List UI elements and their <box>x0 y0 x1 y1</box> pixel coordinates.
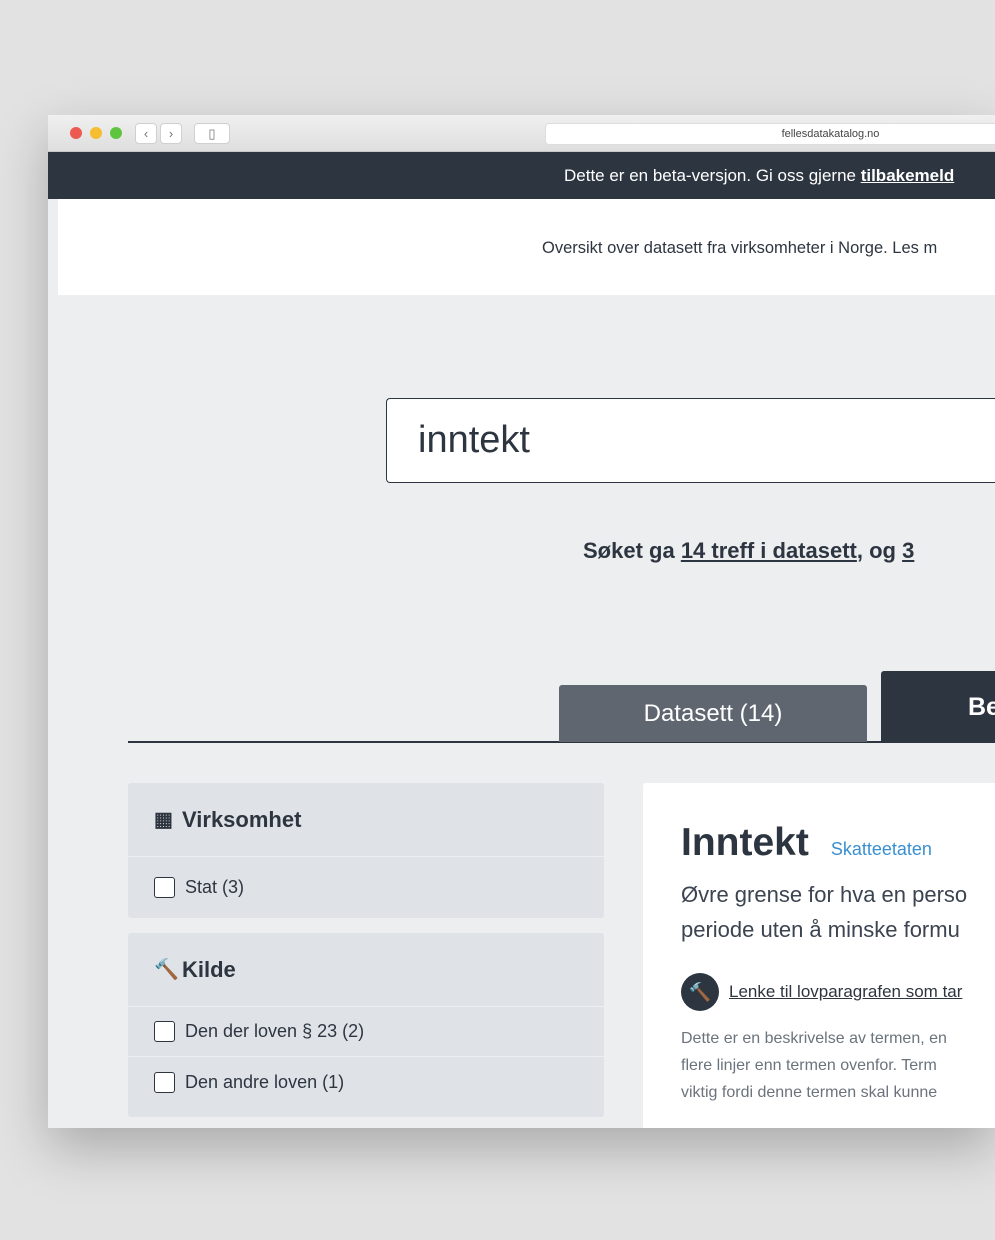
checkbox[interactable] <box>154 877 175 898</box>
description-line: flere linjer enn termen ovenfor. Term <box>681 1057 937 1074</box>
concept-definition: Øvre grense for hva en perso periode uten… <box>681 877 995 947</box>
description-line: viktig fordi denne termen skal kunne <box>681 1084 938 1101</box>
minimize-window-button[interactable] <box>90 127 102 139</box>
feedback-link[interactable]: tilbakemeld <box>861 166 955 185</box>
gavel-icon: 🔨 <box>154 959 179 981</box>
forward-icon[interactable]: › <box>160 123 182 144</box>
address-bar[interactable]: fellesdatakatalog.no <box>545 123 995 145</box>
tab-concepts[interactable]: Be <box>881 671 995 742</box>
search-input[interactable]: inntekt <box>386 398 995 483</box>
concept-hits-link[interactable]: 3 <box>902 538 914 563</box>
publisher-link[interactable]: Skatteetaten <box>831 839 932 859</box>
concept-description: Dette er en beskrivelse av termen, en fle… <box>681 1025 995 1106</box>
filter-header[interactable]: ▦ Virksomhet <box>128 783 604 857</box>
law-link[interactable]: Lenke til lovparagrafen som tar <box>729 982 962 1002</box>
checkbox[interactable] <box>154 1071 175 1093</box>
back-icon[interactable]: ‹ <box>135 123 157 144</box>
definition-line: periode uten å minske formu <box>681 917 960 942</box>
sidebar-icon[interactable]: ▯ <box>194 123 230 144</box>
filter-option[interactable]: Stat (3) <box>128 857 604 918</box>
filter-option[interactable]: Den der loven § 23 (2) <box>128 1007 604 1057</box>
checkbox[interactable] <box>154 1021 175 1042</box>
option-label: Stat (3) <box>185 877 245 897</box>
option-label: Den andre loven (1) <box>185 1071 345 1092</box>
site-intro: Oversikt over datasett fra virksomheter … <box>58 199 995 295</box>
description-line: Dette er en beskrivelse av termen, en <box>681 1030 947 1047</box>
search-summary: Søket ga 14 treff i datasett, og 3 <box>583 537 995 565</box>
concept-card: Inntekt Skatteetaten Øvre grense for hva … <box>643 783 995 1128</box>
filter-title: Kilde <box>182 956 236 982</box>
filter-header[interactable]: 🔨 Kilde <box>128 933 604 1007</box>
gavel-icon: 🔨 <box>681 973 719 1011</box>
tab-datasets[interactable]: Datasett (14) <box>559 685 867 742</box>
close-window-button[interactable] <box>70 127 82 139</box>
option-label: Den der loven § 23 (2) <box>185 1021 365 1041</box>
law-reference: 🔨 Lenke til lovparagrafen som tar <box>681 973 995 1011</box>
summary-prefix: Søket ga <box>583 538 681 563</box>
filter-virksomhet: ▦ Virksomhet Stat (3) <box>128 783 604 918</box>
concept-title: Inntekt <box>681 821 809 864</box>
browser-titlebar: ‹ › ▯ fellesdatakatalog.no <box>48 115 995 152</box>
building-icon: ▦ <box>154 809 173 831</box>
beta-banner: Dette er en beta-versjon. Gi oss gjerne … <box>48 152 995 199</box>
filter-title: Virksomhet <box>182 806 302 832</box>
filter-option[interactable]: Den andre loven (1) <box>128 1057 604 1117</box>
beta-text: Dette er en beta-versjon. Gi oss gjerne <box>564 166 861 185</box>
browser-window: ‹ › ▯ fellesdatakatalog.no Dette er en b… <box>48 115 995 1128</box>
filter-kilde: 🔨 Kilde Den der loven § 23 (2) Den andre … <box>128 933 604 1117</box>
summary-middle: , og <box>856 538 903 563</box>
definition-line: Øvre grense for hva en perso <box>681 882 968 907</box>
dataset-hits-link[interactable]: 14 treff i datasett <box>681 538 857 563</box>
maximize-window-button[interactable] <box>110 127 122 139</box>
